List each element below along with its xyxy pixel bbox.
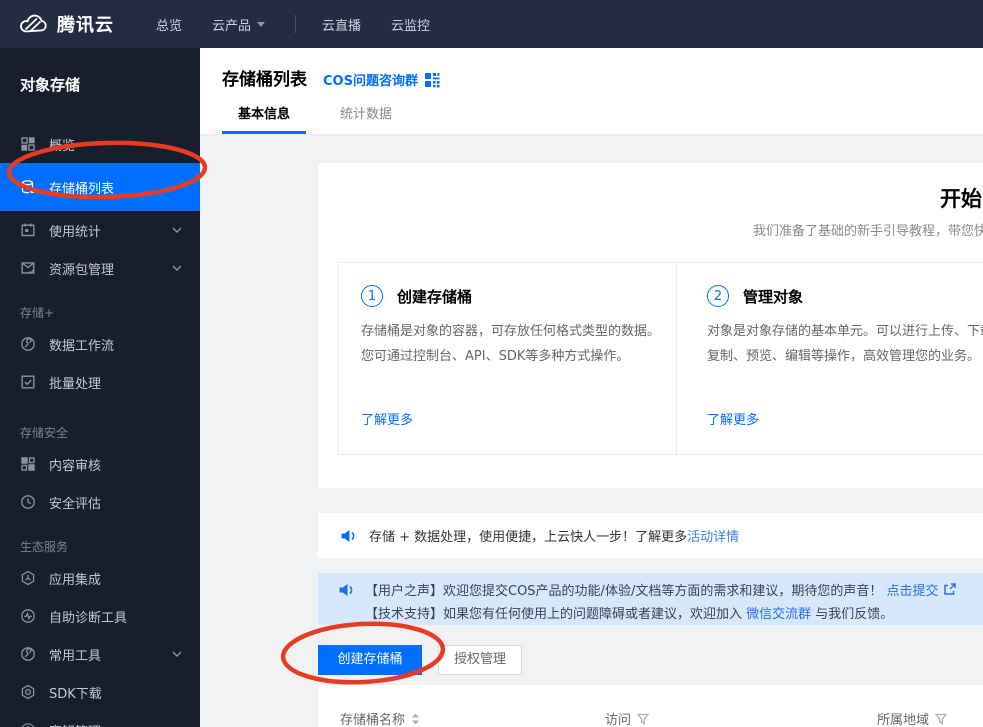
page-header: 存储桶列表 COS问题咨询群 基本信息 统计数据 <box>200 48 983 135</box>
step-description: 对象是对象存储的基本单元。可以进行上传、下载、复制、预览、编辑等操作，高效管理您… <box>707 324 983 364</box>
step-number-badge: 2 <box>707 285 729 307</box>
promo-text: 存储 + 数据处理，使用便捷，上云快人一步！了解更多 <box>369 530 688 545</box>
sidebar-item-overview[interactable]: 概览 <box>0 125 200 163</box>
promo-banner: 存储 + 数据处理，使用便捷，上云快人一步！了解更多 活动详情 <box>318 513 983 558</box>
sidebar-item-content-audit[interactable]: 内容审核 <box>0 445 200 483</box>
sidebar-item-usage-stats[interactable]: 使用统计 <box>0 211 200 249</box>
sidebar-item-sdk-download[interactable]: SDK下载 <box>0 673 200 711</box>
sidebar-item-data-workflow[interactable]: 数据工作流 <box>0 325 200 363</box>
sidebar-item-security-assessment[interactable]: 安全评估 <box>0 483 200 521</box>
package-icon <box>21 262 35 274</box>
wechat-group-link[interactable]: 微信交流群 <box>746 607 811 622</box>
sidebar-item-diagnostic-tools[interactable]: 自助诊断工具 <box>0 597 200 635</box>
calendar-icon <box>21 223 35 237</box>
sidebar-item-app-integration[interactable]: 应用集成 <box>0 559 200 597</box>
learn-more-link[interactable]: 了解更多 <box>361 409 413 428</box>
batch-check-icon <box>21 375 35 389</box>
sidebar-item-resource-packages[interactable]: 资源包管理 <box>0 249 200 287</box>
chevron-down-icon <box>172 227 182 233</box>
auth-manage-button[interactable]: 授权管理 <box>438 645 522 675</box>
chevron-down-icon <box>257 21 266 27</box>
brand-logo[interactable]: 腾讯云 <box>18 11 114 37</box>
filter-icon[interactable] <box>935 713 948 725</box>
sidebar: 对象存储 概览 存储桶列表 使用统计 资源包管理 存储+ 数据工作流 批量处理 <box>0 48 200 727</box>
getting-started-panel: 开始 我们准备了基础的新手引导教程，带您快速 1 创建存储桶 存储桶是对象的容器… <box>318 163 983 488</box>
external-link-icon <box>944 583 957 595</box>
promo-activity-link[interactable]: 活动详情 <box>687 526 739 545</box>
step-title: 创建存储桶 <box>397 287 473 306</box>
nav-item-overview[interactable]: 总览 <box>156 15 182 34</box>
brand-name: 腾讯云 <box>57 15 114 36</box>
sort-icon[interactable] <box>411 713 420 725</box>
sidebar-item-batch-processing[interactable]: 批量处理 <box>0 363 200 401</box>
chevron-down-icon <box>172 265 182 271</box>
sidebar-title: 对象存储 <box>20 76 81 94</box>
learn-more-link[interactable]: 了解更多 <box>707 409 759 428</box>
cos-group-link[interactable]: COS问题咨询群 <box>323 70 440 89</box>
guide-heading: 开始 <box>940 187 982 211</box>
nav-item-monitor[interactable]: 云监控 <box>391 15 430 34</box>
step-create-bucket: 1 创建存储桶 存储桶是对象的容器，可存放任何格式类型的数据。您可通过控制台、A… <box>339 263 677 454</box>
column-region[interactable]: 所属地域 <box>877 709 948 727</box>
tab-statistics[interactable]: 统计数据 <box>324 100 408 134</box>
step-number-badge: 1 <box>361 285 383 307</box>
column-access[interactable]: 访问 <box>605 709 650 727</box>
sidebar-section-storage-security: 存储安全 <box>20 426 69 440</box>
tab-bar: 基本信息 统计数据 <box>200 100 408 134</box>
megaphone-icon <box>341 529 355 542</box>
hexagon-app-icon <box>21 570 35 586</box>
audit-grid-icon <box>21 457 35 471</box>
step-title: 管理对象 <box>743 287 804 306</box>
guide-steps: 1 创建存储桶 存储桶是对象的容器，可存放任何格式类型的数据。您可通过控制台、A… <box>338 262 983 455</box>
page-title: 存储桶列表 <box>222 70 307 90</box>
hexagon-sdk-icon <box>21 684 35 700</box>
bucket-table-header: 存储桶名称 访问 所属地域 <box>318 685 983 727</box>
overview-grid-icon <box>21 137 35 151</box>
sidebar-section-storage-plus: 存储+ <box>20 306 55 320</box>
create-bucket-button[interactable]: 创建存储桶 <box>318 645 422 675</box>
nav-divider <box>295 15 297 33</box>
content-area: 开始 我们准备了基础的新手引导教程，带您快速 1 创建存储桶 存储桶是对象的容器… <box>200 135 983 727</box>
clock-gauge-icon <box>21 495 35 509</box>
column-bucket-name[interactable]: 存储桶名称 <box>340 709 420 727</box>
filter-icon[interactable] <box>637 713 650 725</box>
tab-basic-info[interactable]: 基本信息 <box>222 100 307 134</box>
submit-feedback-link[interactable]: 点击提交 <box>886 584 938 599</box>
guide-subtitle: 我们准备了基础的新手引导教程，带您快速 <box>753 224 983 239</box>
tencent-cloud-icon <box>20 14 47 33</box>
nav-item-live[interactable]: 云直播 <box>322 15 361 34</box>
feedback-line-1: 【用户之声】欢迎您提交COS产品的功能/体验/文档等方面的需求和建议，期待您的声… <box>365 580 957 599</box>
tools-wrench-icon <box>21 647 35 661</box>
pulse-icon <box>21 609 35 623</box>
workflow-wrench-icon <box>21 337 35 351</box>
chevron-down-icon <box>172 651 182 657</box>
bucket-icon <box>21 180 35 194</box>
nav-menu: 总览 云产品 云直播 云监控 <box>156 15 460 34</box>
app-root: 腾讯云 总览 云产品 云直播 云监控 对象存储 概览 存储桶列表 使用统计 资源… <box>0 0 983 727</box>
step-manage-objects: 2 管理对象 对象是对象存储的基本单元。可以进行上传、下载、复制、预览、编辑等操… <box>677 263 983 454</box>
qr-code-icon <box>424 72 440 87</box>
sidebar-section-ecosystem: 生态服务 <box>20 540 69 554</box>
top-navbar: 腾讯云 总览 云产品 云直播 云监控 <box>0 0 983 48</box>
nav-item-products[interactable]: 云产品 <box>212 15 266 34</box>
sidebar-item-common-tools[interactable]: 常用工具 <box>0 635 200 673</box>
megaphone-icon <box>339 584 353 596</box>
feedback-banner: 【用户之声】欢迎您提交COS产品的功能/体验/文档等方面的需求和建议，期待您的声… <box>318 573 983 625</box>
sidebar-item-key-management[interactable]: 密钥管理 <box>0 711 200 727</box>
key-lock-icon <box>21 723 35 727</box>
step-description: 存储桶是对象的容器，可存放任何格式类型的数据。您可通过控制台、API、SDK等多… <box>361 324 661 364</box>
feedback-line-2: 【技术支持】如果您有任何使用上的问题障碍或者建议，欢迎加入 微信交流群 与我们反… <box>365 607 894 622</box>
sidebar-item-bucket-list[interactable]: 存储桶列表 <box>0 163 200 211</box>
